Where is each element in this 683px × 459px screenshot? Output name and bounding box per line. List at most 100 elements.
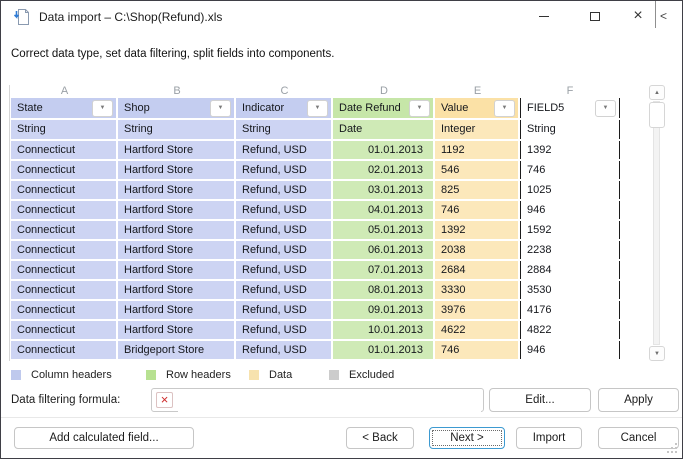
edit-filter-button[interactable]: Edit...	[489, 388, 591, 412]
table-cell[interactable]: 1392	[520, 141, 620, 159]
table-cell[interactable]: Bridgeport Store	[118, 341, 234, 359]
table-cell[interactable]: Hartford Store	[118, 281, 234, 299]
back-button[interactable]: < Back	[346, 427, 414, 449]
table-cell[interactable]: 03.01.2013	[333, 181, 433, 199]
table-cell[interactable]: 01.01.2013	[333, 341, 433, 359]
chevron-down-icon[interactable]: ▼	[92, 100, 113, 117]
import-button[interactable]: Import	[516, 427, 582, 449]
chevron-down-icon[interactable]: ▼	[307, 100, 328, 117]
chevron-left-icon[interactable]: <	[660, 9, 667, 23]
table-cell[interactable]: 10.01.2013	[333, 321, 433, 339]
vertical-scrollbar[interactable]: ▲ ▼	[649, 85, 665, 361]
table-cell[interactable]: Connecticut	[11, 241, 116, 259]
scroll-down-button[interactable]: ▼	[649, 346, 665, 361]
table-cell[interactable]: Hartford Store	[118, 301, 234, 319]
table-cell[interactable]: Refund, USD	[236, 201, 331, 219]
chevron-down-icon[interactable]: ▼	[494, 100, 515, 117]
table-cell[interactable]: Refund, USD	[236, 281, 331, 299]
table-cell[interactable]: Connecticut	[11, 201, 116, 219]
column-header-state[interactable]: State▼	[11, 98, 116, 118]
table-cell[interactable]: 04.01.2013	[333, 201, 433, 219]
table-cell[interactable]: 2238	[520, 241, 620, 259]
table-cell[interactable]: Hartford Store	[118, 181, 234, 199]
chevron-down-icon[interactable]: ▼	[595, 100, 616, 117]
table-cell[interactable]: 06.01.2013	[333, 241, 433, 259]
scroll-up-button[interactable]: ▲	[649, 85, 665, 100]
table-cell[interactable]: 07.01.2013	[333, 261, 433, 279]
table-cell[interactable]: 02.01.2013	[333, 161, 433, 179]
table-cell[interactable]: 1592	[520, 221, 620, 239]
column-type-date-refund[interactable]: Date	[333, 120, 433, 139]
table-cell[interactable]: Refund, USD	[236, 161, 331, 179]
table-cell[interactable]: 3530	[520, 281, 620, 299]
column-header-indicator[interactable]: Indicator▼	[236, 98, 331, 118]
table-cell[interactable]: 2884	[520, 261, 620, 279]
table-cell[interactable]: Connecticut	[11, 281, 116, 299]
scrollbar-thumb[interactable]	[649, 102, 665, 128]
scrollbar-track[interactable]	[653, 101, 660, 345]
table-cell[interactable]: 4622	[435, 321, 518, 339]
table-cell[interactable]: 825	[435, 181, 518, 199]
table-cell[interactable]: Refund, USD	[236, 301, 331, 319]
table-cell[interactable]: 1392	[435, 221, 518, 239]
table-cell[interactable]: 1192	[435, 141, 518, 159]
table-cell[interactable]: Connecticut	[11, 321, 116, 339]
column-header-value[interactable]: Value▼	[435, 98, 518, 118]
table-cell[interactable]: 746	[435, 201, 518, 219]
filter-formula-field[interactable]: ×	[151, 388, 484, 412]
add-calculated-field-button[interactable]: Add calculated field...	[14, 427, 194, 449]
table-cell[interactable]: Hartford Store	[118, 321, 234, 339]
table-cell[interactable]: 3976	[435, 301, 518, 319]
clear-filter-button[interactable]: ×	[156, 392, 173, 408]
table-cell[interactable]: 05.01.2013	[333, 221, 433, 239]
chevron-down-icon[interactable]: ▼	[409, 100, 430, 117]
column-type-indicator[interactable]: String	[236, 120, 331, 139]
table-cell[interactable]: 1025	[520, 181, 620, 199]
table-cell[interactable]: 546	[435, 161, 518, 179]
minimize-button[interactable]	[527, 2, 561, 30]
column-type-field5[interactable]: String	[520, 120, 620, 139]
table-cell[interactable]: 08.01.2013	[333, 281, 433, 299]
table-cell[interactable]: Connecticut	[11, 261, 116, 279]
table-cell[interactable]: 746	[435, 341, 518, 359]
chevron-down-icon[interactable]: ▼	[210, 100, 231, 117]
table-cell[interactable]: Hartford Store	[118, 161, 234, 179]
table-cell[interactable]: 2038	[435, 241, 518, 259]
table-cell[interactable]: Refund, USD	[236, 341, 331, 359]
column-type-value[interactable]: Integer	[435, 120, 518, 139]
table-cell[interactable]: Connecticut	[11, 301, 116, 319]
column-header-date-refund[interactable]: Date Refund▼	[333, 98, 433, 118]
table-cell[interactable]: Refund, USD	[236, 181, 331, 199]
table-cell[interactable]: Hartford Store	[118, 201, 234, 219]
table-cell[interactable]: 2684	[435, 261, 518, 279]
maximize-button[interactable]	[578, 2, 612, 30]
filter-formula-input[interactable]	[178, 390, 481, 412]
table-cell[interactable]: Refund, USD	[236, 221, 331, 239]
resize-grip-icon[interactable]	[667, 443, 678, 454]
next-button[interactable]: Next >	[429, 427, 505, 449]
column-header-shop[interactable]: Shop▼	[118, 98, 234, 118]
table-cell[interactable]: Hartford Store	[118, 221, 234, 239]
table-cell[interactable]: Refund, USD	[236, 141, 331, 159]
close-button[interactable]: ×	[621, 2, 655, 30]
table-cell[interactable]: Refund, USD	[236, 261, 331, 279]
table-cell[interactable]: 746	[520, 161, 620, 179]
column-header-field5[interactable]: FIELD5▼	[520, 98, 620, 118]
table-cell[interactable]: Refund, USD	[236, 321, 331, 339]
column-type-state[interactable]: String	[11, 120, 116, 139]
table-cell[interactable]: 3330	[435, 281, 518, 299]
table-cell[interactable]: 946	[520, 201, 620, 219]
table-cell[interactable]: 4822	[520, 321, 620, 339]
column-type-shop[interactable]: String	[118, 120, 234, 139]
table-cell[interactable]: Hartford Store	[118, 261, 234, 279]
apply-filter-button[interactable]: Apply	[598, 388, 679, 412]
table-cell[interactable]: Connecticut	[11, 221, 116, 239]
table-cell[interactable]: Hartford Store	[118, 241, 234, 259]
table-cell[interactable]: 01.01.2013	[333, 141, 433, 159]
table-cell[interactable]: Hartford Store	[118, 141, 234, 159]
table-cell[interactable]: 4176	[520, 301, 620, 319]
table-cell[interactable]: Refund, USD	[236, 241, 331, 259]
table-cell[interactable]: Connecticut	[11, 141, 116, 159]
table-cell[interactable]: 09.01.2013	[333, 301, 433, 319]
table-cell[interactable]: Connecticut	[11, 161, 116, 179]
